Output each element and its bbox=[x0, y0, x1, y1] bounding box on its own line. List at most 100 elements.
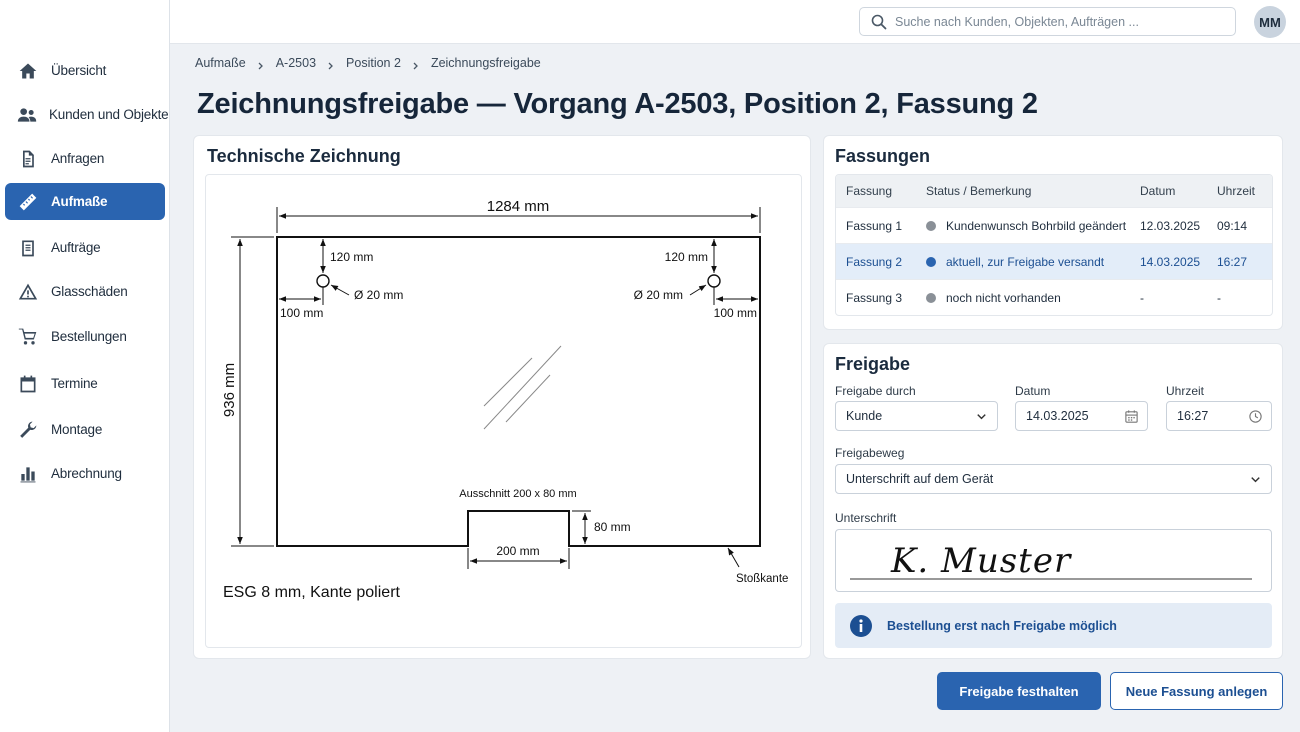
width-dimension-label: 1284 mm bbox=[487, 198, 550, 215]
sidebar-item-bestellungen[interactable]: Bestellungen bbox=[5, 318, 165, 355]
cutout-height-label: 80 mm bbox=[594, 520, 631, 534]
drawing-card-title: Technische Zeichnung bbox=[207, 146, 401, 166]
info-box: Bestellung erst nach Freigabe möglich bbox=[835, 603, 1272, 648]
sidebar-item-abrechnung[interactable]: Abrechnung bbox=[5, 455, 165, 492]
new-version-button[interactable]: Neue Fassung anlegen bbox=[1110, 672, 1283, 710]
time-field[interactable]: 16:27 bbox=[1166, 401, 1272, 431]
breadcrumb-item[interactable]: Position 2 bbox=[346, 56, 401, 70]
search-input[interactable] bbox=[895, 14, 1215, 29]
info-text: Bestellung erst nach Freigabe möglich bbox=[887, 618, 1117, 633]
time-cell: 09:14 bbox=[1217, 218, 1248, 233]
approved-by-label: Freigabe durch bbox=[835, 384, 916, 398]
date-cell: - bbox=[1140, 290, 1144, 305]
signature-pad[interactable]: K. Muster bbox=[835, 529, 1272, 592]
approval-method-select[interactable]: Unterschrift auf dem Gerät bbox=[835, 464, 1272, 494]
status-cell: Kundenwunsch Bohrbild geändert bbox=[946, 218, 1127, 233]
status-cell: noch nicht vorhanden bbox=[946, 290, 1061, 305]
time-value: 16:27 bbox=[1177, 409, 1209, 423]
status-dot bbox=[926, 256, 936, 267]
home-icon bbox=[17, 60, 39, 82]
version-cell: Fassung 3 bbox=[846, 290, 903, 305]
hole-left-side-label: 100 mm bbox=[280, 306, 323, 320]
drawing-card: Technische Zeichnung 1284 mm 936 mm 120 … bbox=[193, 135, 811, 659]
table-row[interactable]: Fassung 3 noch nicht vorhanden - - bbox=[836, 279, 1272, 315]
hole-right bbox=[707, 274, 721, 288]
breadcrumb: Aufmaße A-2503 Position 2 Zeichnungsfrei… bbox=[195, 56, 541, 70]
calendar-icon bbox=[17, 373, 39, 395]
hole-left-top-label: 120 mm bbox=[330, 250, 373, 264]
hole-right-side-label: 100 mm bbox=[714, 306, 757, 320]
version-cell: Fassung 1 bbox=[846, 218, 903, 233]
time-label: Uhrzeit bbox=[1166, 384, 1205, 398]
sidebar-item-auftraege[interactable]: Aufträge bbox=[5, 229, 165, 266]
date-value: 14.03.2025 bbox=[1026, 409, 1089, 423]
hole-right-top-label: 120 mm bbox=[665, 250, 708, 264]
clipboard-icon bbox=[17, 237, 39, 259]
sidebar-item-label: Termine bbox=[51, 376, 98, 391]
chevron-right-icon bbox=[412, 59, 420, 70]
sidebar-item-label: Montage bbox=[51, 422, 103, 437]
date-label: Datum bbox=[1015, 384, 1051, 398]
save-approval-button[interactable]: Freigabe festhalten bbox=[937, 672, 1101, 710]
clock-icon[interactable] bbox=[1248, 409, 1263, 424]
sidebar-item-label: Übersicht bbox=[51, 63, 107, 78]
column-header: Uhrzeit bbox=[1217, 184, 1256, 198]
date-field[interactable]: 14.03.2025 bbox=[1015, 401, 1148, 431]
approved-by-value: Kunde bbox=[846, 409, 883, 423]
sidebar-item-kunden[interactable]: Kunden und Objekte bbox=[5, 96, 169, 133]
chevron-down-icon bbox=[977, 414, 986, 420]
avatar[interactable]: MM bbox=[1254, 6, 1286, 38]
hole-left bbox=[316, 274, 330, 288]
height-dimension-label: 936 mm bbox=[221, 363, 238, 417]
column-header: Fassung bbox=[846, 184, 893, 198]
sidebar-item-label: Abrechnung bbox=[51, 466, 122, 481]
cutout-width-label: 200 mm bbox=[496, 544, 539, 558]
sidebar-item-glasschaeden[interactable]: Glasschäden bbox=[5, 273, 165, 310]
hole-right-diameter-label: Ø 20 mm bbox=[634, 288, 683, 302]
table-row[interactable]: Fassung 1 Kundenwunsch Bohrbild geändert… bbox=[836, 207, 1272, 243]
users-icon bbox=[17, 104, 37, 126]
date-cell: 12.03.2025 bbox=[1140, 218, 1201, 233]
approval-method-value: Unterschrift auf dem Gerät bbox=[846, 472, 994, 486]
table-row-selected[interactable]: Fassung 2 aktuell, zur Freigabe versandt… bbox=[836, 243, 1272, 279]
topbar: MM bbox=[170, 0, 1300, 44]
versions-table: Fassung Status / Bemerkung Datum Uhrzeit… bbox=[835, 174, 1273, 316]
status-dot bbox=[926, 292, 936, 303]
sidebar-item-anfragen[interactable]: Anfragen bbox=[5, 140, 165, 177]
search-icon bbox=[871, 14, 887, 29]
status-cell: aktuell, zur Freigabe versandt bbox=[946, 254, 1105, 269]
sidebar-item-montage[interactable]: Montage bbox=[5, 411, 165, 448]
sidebar-item-label: Anfragen bbox=[51, 151, 105, 166]
material-label: ESG 8 mm, Kante poliert bbox=[223, 584, 401, 601]
sidebar-item-label: Glasschäden bbox=[51, 284, 128, 299]
breadcrumb-item[interactable]: Aufmaße bbox=[195, 56, 246, 70]
approval-card: Freigabe Freigabe durch Kunde Datum 14.0… bbox=[823, 343, 1283, 659]
chevron-right-icon bbox=[257, 59, 265, 70]
breadcrumb-item-current: Zeichnungsfreigabe bbox=[430, 56, 541, 70]
sidebar-item-label: Aufträge bbox=[51, 240, 101, 255]
document-icon bbox=[17, 148, 39, 170]
sidebar-item-aufmasse[interactable]: Aufmaße bbox=[5, 183, 165, 220]
approved-by-select[interactable]: Kunde bbox=[835, 401, 998, 431]
bar-chart-icon bbox=[17, 463, 39, 485]
status-dot bbox=[926, 220, 936, 231]
sidebar-item-termine[interactable]: Termine bbox=[5, 365, 165, 402]
column-header: Status / Bemerkung bbox=[926, 184, 1032, 198]
search-box[interactable] bbox=[859, 7, 1236, 36]
ruler-icon bbox=[17, 191, 39, 213]
sidebar-item-uebersicht[interactable]: Übersicht bbox=[5, 52, 165, 89]
versions-card: Fassungen Fassung Status / Bemerkung Dat… bbox=[823, 135, 1283, 330]
signature-drawing: K. Muster bbox=[850, 541, 1252, 581]
drawing-canvas: 1284 mm 936 mm 120 mm 120 mm Ø 20 mm Ø 2… bbox=[221, 198, 788, 601]
sidebar-header bbox=[0, 0, 169, 46]
calendar-icon[interactable] bbox=[1124, 409, 1139, 424]
breadcrumb-item[interactable]: A-2503 bbox=[276, 56, 316, 70]
date-cell: 14.03.2025 bbox=[1140, 254, 1201, 269]
approval-method-label: Freigabeweg bbox=[835, 446, 905, 460]
page-title: Zeichnungsfreigabe — Vorgang A-2503, Pos… bbox=[197, 88, 1038, 120]
time-cell: - bbox=[1217, 290, 1221, 305]
cutout-label: Ausschnitt 200 x 80 mm bbox=[459, 488, 576, 500]
hole-left-diameter-label: Ø 20 mm bbox=[354, 288, 403, 302]
approval-card-title: Freigabe bbox=[835, 354, 911, 374]
sidebar-item-label: Kunden und Objekte bbox=[49, 107, 169, 122]
